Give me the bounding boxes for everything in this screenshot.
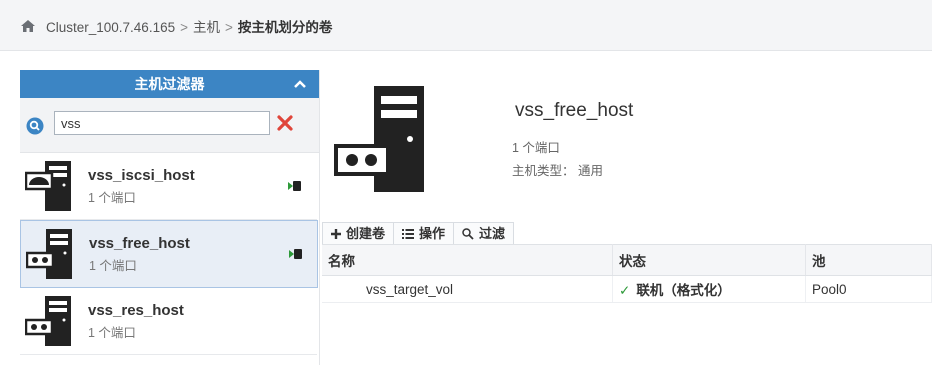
breadcrumb: Cluster_100.7.46.165 > 主机 > 按主机划分的卷 (46, 16, 332, 36)
column-header-name[interactable]: 名称 (322, 244, 613, 276)
host-name: vss_iscsi_host (88, 167, 195, 184)
host-port-count: 1 个端口 (89, 259, 137, 273)
breadcrumb-separator: > (180, 20, 188, 35)
check-icon: ✓ (619, 283, 631, 298)
actions-label: 操作 (419, 226, 446, 241)
filter-label: 过滤 (479, 226, 506, 241)
volumes-table: 名称 状态 池 vss_target_vol ✓ 联机（格式化） Pool0 (322, 244, 932, 303)
host-detail-type: 主机类型： 通用 (512, 164, 603, 178)
breadcrumb-host[interactable]: 主机 (193, 20, 220, 35)
search-icon (26, 117, 44, 140)
host-search-input[interactable] (54, 111, 270, 135)
host-detail-port-count: 1 个端口 (512, 141, 560, 155)
create-volume-label: 创建卷 (346, 226, 386, 241)
volume-toolbar: 创建卷 操作 过滤 (322, 222, 515, 245)
breadcrumb-separator: > (224, 20, 233, 35)
host-list-item[interactable]: vss_res_host 1 个端口 (20, 288, 317, 355)
collapse-button[interactable] (291, 70, 309, 98)
list-icon (402, 229, 415, 239)
host-filter-title: 主机过滤器 (134, 76, 205, 92)
search-row (20, 98, 319, 153)
magnifier-icon (462, 228, 474, 240)
volume-pool-cell: Pool0 (805, 275, 932, 303)
host-filter-panel: 主机过滤器 vss vss_iscsi_host 1 个端口 vss_free_… (20, 70, 320, 365)
volume-status-cell: ✓ 联机（格式化） (612, 275, 806, 303)
chevron-up-icon (294, 80, 306, 88)
host-list-item[interactable]: vss_iscsi_host 1 个端口 (20, 153, 317, 220)
table-header-row: 名称 状态 池 (322, 244, 932, 276)
host-detail-icon (334, 86, 430, 197)
server-with-ports-icon (25, 229, 82, 284)
create-volume-button[interactable]: 创建卷 (322, 222, 395, 245)
host-port-count: 1 个端口 (88, 326, 136, 340)
breadcrumb-cluster[interactable]: Cluster_100.7.46.165 (46, 20, 175, 35)
filter-button[interactable]: 过滤 (453, 222, 515, 245)
volume-name-cell: vss_target_vol (322, 275, 613, 303)
server-with-ports-icon (24, 296, 81, 351)
home-icon[interactable] (20, 19, 36, 38)
host-port-count: 1 个端口 (88, 191, 136, 205)
host-name: vss_res_host (88, 302, 184, 319)
breadcrumb-current: 按主机划分的卷 (237, 20, 333, 35)
column-header-pool[interactable]: 池 (805, 244, 932, 276)
server-with-disk-icon (24, 161, 81, 216)
host-detail-name: vss_free_host (515, 100, 634, 121)
breadcrumb-bar: Cluster_100.7.46.165 > 主机 > 按主机划分的卷 (0, 0, 932, 51)
close-icon (277, 115, 293, 131)
mapped-volume-icon (289, 247, 303, 265)
actions-button[interactable]: 操作 (393, 222, 455, 245)
host-list-item-selected[interactable]: vss_free_host 1 个端口 (20, 220, 318, 288)
table-row[interactable]: vss_target_vol ✓ 联机（格式化） Pool0 (322, 275, 932, 303)
mapped-volume-icon (288, 179, 302, 197)
host-name: vss_free_host (89, 235, 190, 252)
clear-search-button[interactable] (276, 114, 294, 132)
plus-icon (331, 229, 341, 239)
host-filter-header: 主机过滤器 (20, 70, 319, 98)
column-header-status[interactable]: 状态 (612, 244, 806, 276)
volume-status-text: 联机（格式化） (636, 283, 731, 298)
